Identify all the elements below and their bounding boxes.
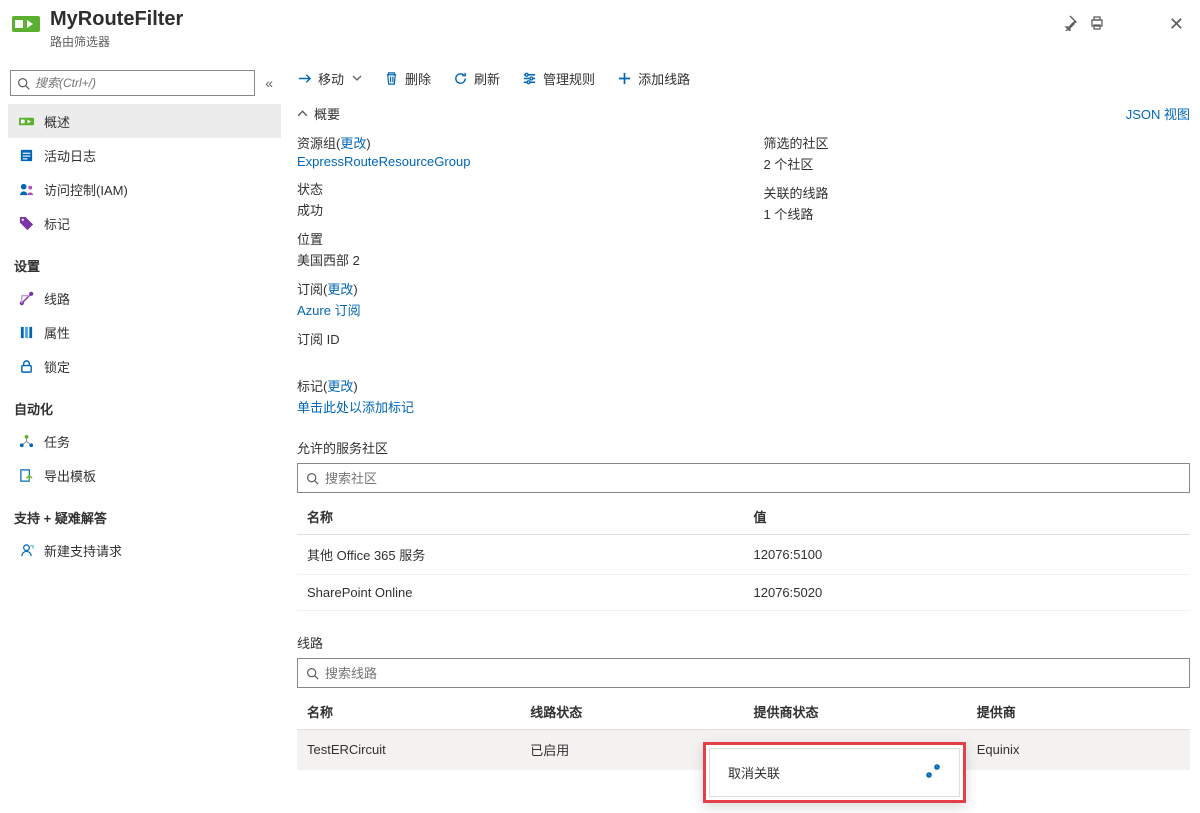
sidebar-item-activity-log[interactable]: 活动日志 [8,138,281,172]
sidebar-item-label: 新建支持请求 [44,541,122,560]
ess-status: 状态 成功 [297,179,724,219]
ess-subscription-id: 订阅 ID [297,329,724,366]
tags-icon [18,215,34,231]
sidebar-search[interactable] [10,70,255,96]
col-provider-status[interactable]: 提供商状态 [744,694,967,730]
ess-resource-group: 资源组(更改) ExpressRouteResourceGroup [297,133,724,169]
ess-tags: 标记(更改) 单击此处以添加标记 [297,376,724,416]
ess-associated-circuits: 关联的线路 1 个线路 [764,183,1191,223]
change-sub-link[interactable]: 更改 [327,282,353,297]
toolbar: 移动 删除 刷新 管理规则 添加线路 [297,54,1190,98]
lock-icon [18,358,34,374]
ess-subscription: 订阅(更改) Azure 订阅 [297,279,724,319]
communities-search[interactable] [297,463,1190,493]
sidebar-item-properties[interactable]: 属性 [8,315,281,349]
sidebar-section-settings: 设置 [8,240,281,281]
sidebar-item-tags[interactable]: 标记 [8,206,281,240]
communities-search-input[interactable] [325,471,1181,486]
page-subtitle: 路由筛选器 [50,33,1061,50]
blade-header: MyRouteFilter 路由筛选器 ✕ [0,0,1200,54]
sidebar-item-new-support[interactable]: 新建支持请求 [8,533,281,567]
sidebar-item-tasks[interactable]: 任务 [8,424,281,458]
change-rg-link[interactable]: 更改 [340,136,366,151]
col-name[interactable]: 名称 [297,694,520,730]
table-row[interactable]: 其他 Office 365 服务 12076:5100 [297,535,1190,575]
sidebar-item-circuits[interactable]: 线路 [8,281,281,315]
col-name[interactable]: 名称 [297,499,744,535]
sidebar-item-iam[interactable]: 访问控制(IAM) [8,172,281,206]
sidebar-collapse-icon[interactable]: « [265,75,279,91]
iam-icon [18,181,34,197]
sidebar-item-label: 任务 [44,432,70,451]
sidebar-item-label: 概述 [44,112,70,131]
content-area: 移动 删除 刷新 管理规则 添加线路 [281,54,1200,811]
properties-icon [18,324,34,340]
essentials-panel: 资源组(更改) ExpressRouteResourceGroup 状态 成功 … [297,133,1190,416]
overview-icon [18,113,34,129]
delete-button[interactable]: 删除 [384,69,431,88]
export-template-icon [18,467,34,483]
dissociate-icon [925,763,941,782]
close-icon[interactable]: ✕ [1169,14,1184,35]
add-tags-link[interactable]: 单击此处以添加标记 [297,400,414,415]
sidebar-item-label: 属性 [44,323,70,342]
col-value[interactable]: 值 [744,499,1191,535]
activity-log-icon [18,147,34,163]
sidebar-section-support: 支持 + 疑难解答 [8,492,281,533]
communities-table: 名称 值 其他 Office 365 服务 12076:5100 SharePo… [297,499,1190,611]
context-menu: 取消关联 [703,742,966,803]
sidebar-item-export-template[interactable]: 导出模板 [8,458,281,492]
print-icon[interactable] [1089,15,1105,34]
route-filter-icon [10,8,42,40]
subscription-link[interactable]: Azure 订阅 [297,303,361,318]
move-button[interactable]: 移动 [297,69,362,88]
communities-title: 允许的服务社区 [297,438,1190,457]
circuits-title: 线路 [297,633,1190,652]
col-circuit-status[interactable]: 线路状态 [520,694,743,730]
support-icon [18,542,34,558]
circuits-search[interactable] [297,658,1190,688]
chevron-down-icon [352,71,362,86]
sidebar-item-label: 访问控制(IAM) [44,180,128,199]
sidebar-item-label: 线路 [44,289,70,308]
table-row[interactable]: SharePoint Online 12076:5020 [297,575,1190,611]
sidebar-item-label: 活动日志 [44,146,96,165]
circuits-icon [18,290,34,306]
add-circuit-button[interactable]: 添加线路 [617,69,690,88]
ess-filtered-communities: 筛选的社区 2 个社区 [764,133,1191,173]
refresh-button[interactable]: 刷新 [453,69,500,88]
sidebar-section-automation: 自动化 [8,383,281,424]
change-tags-link[interactable]: 更改 [327,379,353,394]
blade-title-wrap: MyRouteFilter 路由筛选器 [50,8,1061,50]
sidebar: « 概述 活动日志 访问控制(IAM) 标记 设置 [0,54,281,811]
col-provider[interactable]: 提供商 [967,694,1190,730]
sidebar-item-label: 标记 [44,214,70,233]
page-title: MyRouteFilter [50,8,1061,31]
sidebar-search-input[interactable] [35,76,248,90]
sidebar-item-overview[interactable]: 概述 [8,104,281,138]
manage-rules-button[interactable]: 管理规则 [522,69,595,88]
pin-icon[interactable] [1061,15,1077,34]
resource-group-link[interactable]: ExpressRouteResourceGroup [297,154,470,169]
dissociate-menu-item[interactable]: 取消关联 [710,749,959,796]
sidebar-item-locks[interactable]: 锁定 [8,349,281,383]
tasks-icon [18,433,34,449]
sidebar-item-label: 导出模板 [44,466,96,485]
json-view-link[interactable]: JSON 视图 [1126,104,1190,123]
sidebar-item-label: 锁定 [44,357,70,376]
essentials-toggle[interactable]: 概要 [297,104,340,123]
ess-location: 位置 美国西部 2 [297,229,724,269]
circuits-search-input[interactable] [325,666,1181,681]
